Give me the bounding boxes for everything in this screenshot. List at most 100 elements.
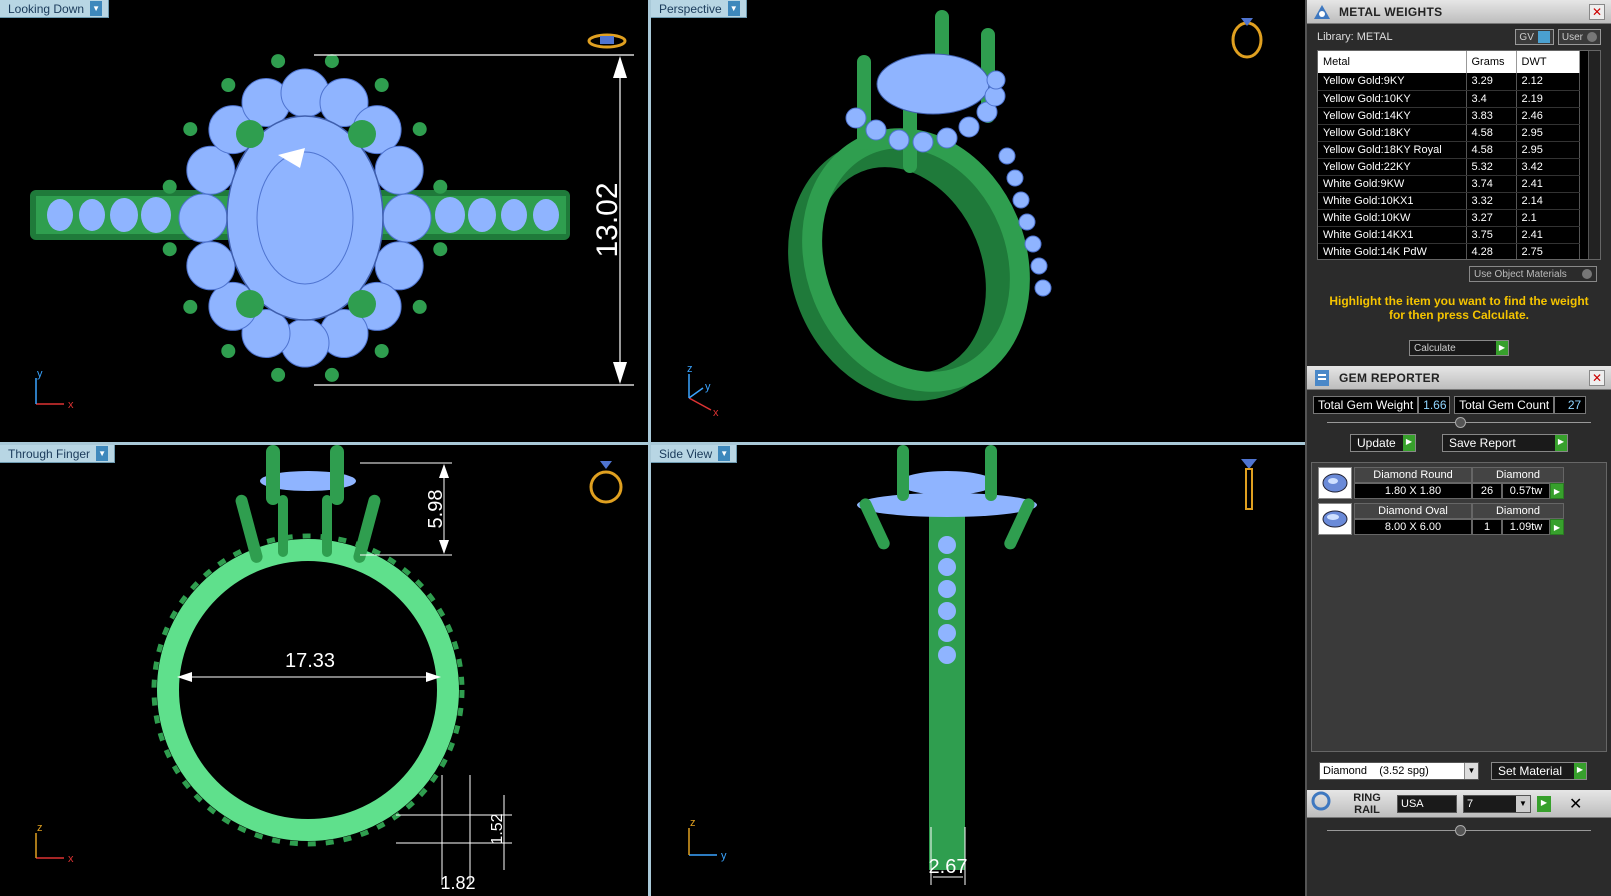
svg-text:x: x	[68, 399, 74, 411]
dimension-2-67: 2.67	[929, 856, 968, 878]
halo-prong	[162, 242, 177, 257]
front-ring-shank	[157, 539, 459, 841]
halo-prong	[433, 242, 448, 257]
viewport-label-side-view[interactable]: Side View ▼	[651, 445, 738, 463]
chevron-down-icon[interactable]: ▼	[90, 1, 103, 16]
svg-text:y: y	[721, 850, 727, 862]
metal-row[interactable]: Yellow Gold:14KY 3.83 2.46	[1318, 107, 1580, 125]
viewport-label-perspective[interactable]: Perspective ▼	[651, 0, 747, 18]
metal-row[interactable]: Yellow Gold:22KY 5.32 3.42	[1318, 158, 1580, 176]
oval-diamond-icon	[1318, 503, 1352, 535]
svg-text:y: y	[705, 381, 711, 393]
dimension-17-33: 17.33	[285, 650, 335, 672]
ring-rail-bar: RING RAIL USA 7 ▼ ▶ ✕	[1307, 790, 1611, 818]
viewport-looking-down[interactable]: 13.02 x y Looking Down ▼	[0, 0, 648, 442]
apply-ring-size-button[interactable]: ▶	[1537, 795, 1551, 812]
halo-prong	[324, 54, 339, 69]
dwt-cell: 2.75	[1516, 243, 1580, 259]
ring-view-icon-top	[587, 33, 627, 49]
close-icon[interactable]: ✕	[1589, 3, 1605, 20]
column-header-metal[interactable]: Metal	[1318, 51, 1467, 73]
splitter-handle[interactable]	[1455, 825, 1466, 836]
user-toggle[interactable]: User	[1557, 29, 1601, 45]
viewport-divider-horizontal[interactable]	[0, 442, 1305, 445]
material-select[interactable]: Diamond (3.52 spg) ▼	[1319, 762, 1479, 780]
viewport-divider-vertical[interactable]	[648, 0, 651, 896]
gem-count: 26	[1472, 483, 1502, 499]
select-gem-button[interactable]: ▶	[1550, 483, 1564, 499]
toggle-off-icon	[1587, 32, 1597, 42]
viewport-label-looking-down[interactable]: Looking Down ▼	[0, 0, 110, 18]
close-icon[interactable]: ✕	[1569, 794, 1582, 814]
gem-reporter-splitter[interactable]	[1327, 416, 1591, 430]
metal-table-scrollbar[interactable]	[1588, 51, 1600, 259]
update-button[interactable]: Update ▶	[1350, 434, 1416, 452]
chevron-down-icon[interactable]: ▼	[96, 446, 109, 461]
metal-cell: White Gold:10KX1	[1318, 192, 1467, 210]
calculate-button[interactable]: Calculate ▶	[1409, 340, 1509, 356]
metal-row[interactable]: Yellow Gold:9KY 3.29 2.12	[1318, 73, 1580, 91]
gem-row-diamond-round[interactable]: Diamond Round Diamond 1.80 X 1.80 26 0.5…	[1318, 467, 1600, 499]
ring-rail-title: RING RAIL	[1353, 791, 1381, 816]
column-header-grams[interactable]: Grams	[1466, 51, 1517, 73]
chevron-down-icon: ▼	[1464, 763, 1478, 779]
metal-row[interactable]: White Gold:9KW 3.74 2.41	[1318, 175, 1580, 193]
metal-row[interactable]: White Gold:14K PdW 4.28 2.75	[1318, 243, 1580, 259]
metal-row[interactable]: White Gold:10KX1 3.32 2.14	[1318, 192, 1580, 210]
gem-list[interactable]: Diamond Round Diamond 1.80 X 1.80 26 0.5…	[1311, 462, 1607, 752]
close-icon[interactable]: ✕	[1589, 369, 1605, 386]
metal-cell: White Gold:10KW	[1318, 209, 1467, 227]
side-view-canvas: 2.67 y z	[688, 445, 1257, 885]
metal-cell: Yellow Gold:14KY	[1318, 107, 1467, 125]
metal-row[interactable]: Yellow Gold:10KY 3.4 2.19	[1318, 90, 1580, 108]
chevron-down-icon[interactable]: ▼	[718, 446, 731, 461]
halo-prong	[271, 367, 286, 382]
ring-view-icon-front	[589, 461, 623, 504]
set-material-button[interactable]: Set Material ▶	[1491, 762, 1587, 780]
halo-stone	[374, 145, 424, 195]
gem-count: 1	[1472, 519, 1502, 535]
front-view-canvas: 5.98 17.33 1.52 1.82 x z	[35, 445, 623, 893]
ring-standard-field[interactable]: USA	[1397, 794, 1457, 813]
gv-toggle[interactable]: GV	[1515, 29, 1554, 45]
report-icon	[1311, 368, 1333, 388]
viewport-through-finger[interactable]: 5.98 17.33 1.52 1.82 x z Through Finger …	[0, 445, 648, 896]
save-report-button[interactable]: Save Report ▶	[1442, 434, 1568, 452]
viewport-perspective[interactable]: x z y Perspective ▼	[651, 0, 1305, 442]
play-icon: ▶	[1555, 435, 1567, 451]
chevron-down-icon[interactable]: ▼	[727, 1, 740, 16]
metal-row[interactable]: Yellow Gold:18KY 4.58 2.95	[1318, 124, 1580, 142]
ring-view-icon-side	[1241, 459, 1257, 510]
viewport-label-through-finger[interactable]: Through Finger ▼	[0, 445, 116, 463]
metal-cell: White Gold:14KX1	[1318, 226, 1467, 244]
metal-row[interactable]: Yellow Gold:18KY Royal 4.58 2.95	[1318, 141, 1580, 159]
halo-stone	[186, 241, 236, 291]
svg-text:z: z	[690, 817, 696, 829]
column-header-dwt[interactable]: DWT	[1516, 51, 1580, 73]
gem-reporter-title: GEM REPORTER	[1339, 370, 1440, 385]
svg-text:x: x	[713, 407, 719, 419]
use-object-materials-toggle[interactable]: Use Object Materials	[1469, 266, 1597, 282]
gem-name: Diamond Oval	[1354, 503, 1472, 519]
front-band-stones	[151, 533, 465, 847]
ring-rail-splitter[interactable]	[1327, 824, 1591, 838]
metal-table-container[interactable]: Metal Grams DWT Yellow Gold:9KY 3.29 2.12 Y…	[1317, 50, 1601, 260]
metal-cell: Yellow Gold:9KY	[1318, 73, 1467, 91]
grams-cell: 3.29	[1466, 73, 1517, 91]
halo-prong	[221, 344, 236, 358]
splitter-handle[interactable]	[1455, 417, 1466, 428]
ring-view-icon-perspective	[1231, 18, 1263, 59]
play-icon: ▶	[1574, 763, 1586, 779]
dwt-cell: 2.46	[1516, 107, 1580, 125]
metal-row[interactable]: White Gold:14KX1 3.75 2.41	[1318, 226, 1580, 244]
halo-prong	[183, 122, 198, 137]
axis-indicator-perspective: x z y	[687, 363, 719, 419]
viewport-side-view[interactable]: 2.67 y z Side View ▼	[651, 445, 1305, 896]
gem-row-diamond-oval[interactable]: Diamond Oval Diamond 8.00 X 6.00 1 1.09t…	[1318, 503, 1600, 535]
select-gem-button[interactable]: ▶	[1550, 519, 1564, 535]
ring-size-select[interactable]: 7 ▼	[1463, 794, 1531, 813]
right-panel: METAL WEIGHTS ✕ Library: METAL GV User M…	[1305, 0, 1611, 896]
gem-name: Diamond Round	[1354, 467, 1472, 483]
svg-text:x: x	[68, 853, 74, 865]
metal-row[interactable]: White Gold:10KW 3.27 2.1	[1318, 209, 1580, 227]
